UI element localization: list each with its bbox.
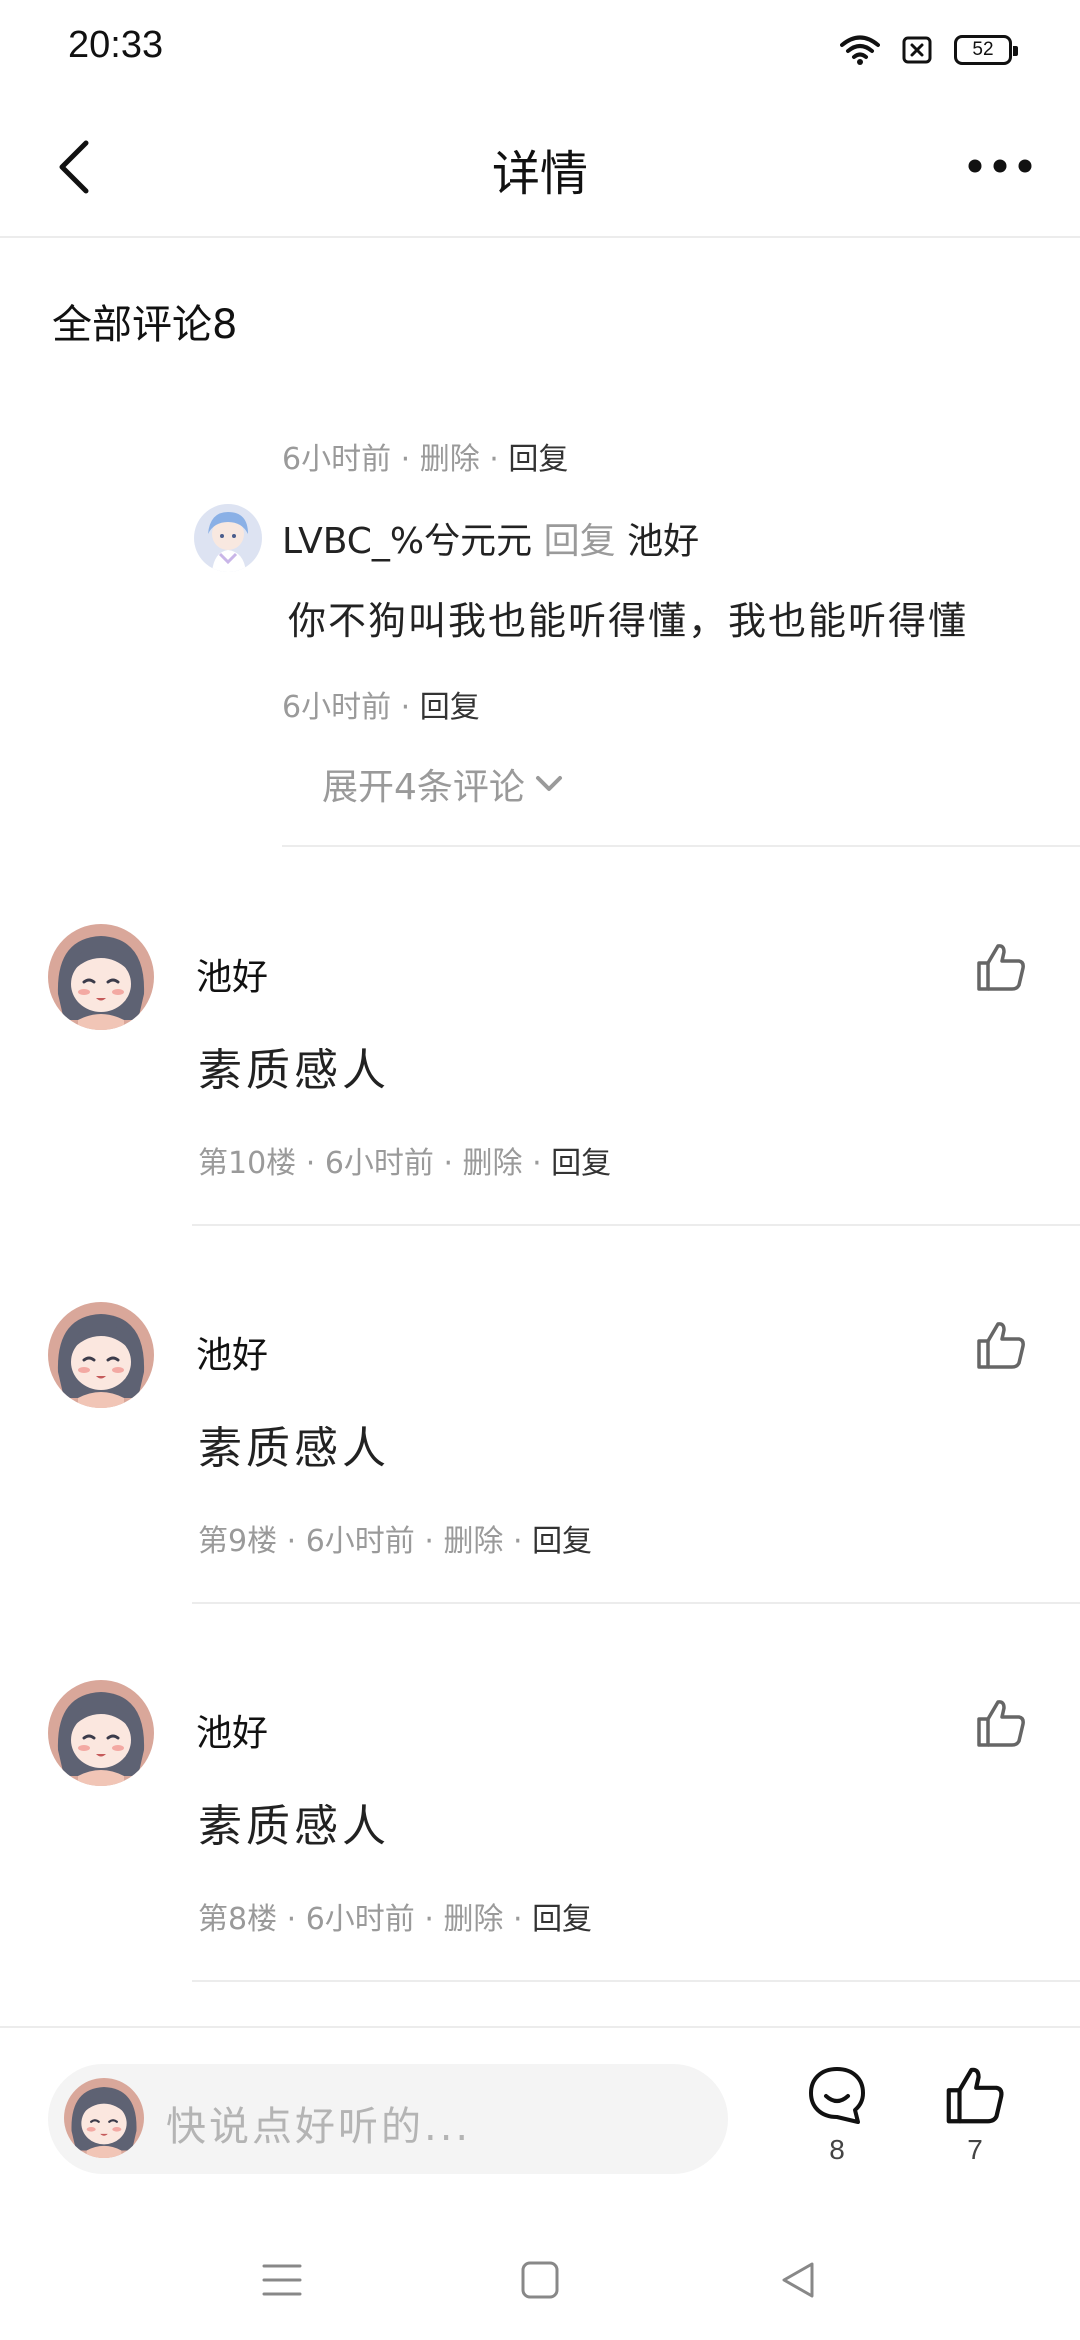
reply-keyword: 回复 <box>543 521 616 562</box>
delete-link[interactable]: 删除 <box>420 442 480 477</box>
comment-text: 素质感人 <box>198 1423 390 1474</box>
status-bar: 20:33 52 <box>0 0 1080 96</box>
avatar <box>64 2078 144 2158</box>
like-button[interactable] <box>966 1688 1036 1758</box>
square-icon <box>521 2261 559 2299</box>
header: 详情 <box>0 96 1080 238</box>
avatar-image <box>48 1302 154 1408</box>
reply-link[interactable]: 回复 <box>551 1146 611 1181</box>
battery-level: 52 <box>972 39 994 60</box>
reply-meta-top: 6小时前 · 删除 · 回复 <box>282 442 569 477</box>
comment-bubble-icon <box>809 2067 865 2124</box>
divider <box>282 845 1080 847</box>
system-back-button[interactable] <box>768 2250 828 2310</box>
like-post-button[interactable]: 7 <box>938 2064 1012 2166</box>
wifi-icon <box>840 35 880 65</box>
comment-time: 6小时前 <box>305 1902 415 1937</box>
avatar[interactable] <box>48 1680 154 1786</box>
recent-apps-button[interactable] <box>252 2250 312 2310</box>
reply-link[interactable]: 回复 <box>508 442 568 477</box>
comment-text: 素质感人 <box>198 1801 390 1852</box>
avatar[interactable] <box>48 924 154 1030</box>
input-placeholder: 快说点好听的... <box>166 2104 472 2150</box>
chevron-down-icon <box>535 776 562 791</box>
reply-link[interactable]: 回复 <box>532 1524 592 1559</box>
comments-button[interactable]: 8 <box>800 2064 874 2166</box>
avatar-image <box>64 2078 144 2158</box>
like-button[interactable] <box>966 1310 1036 1380</box>
thumbs-up-icon <box>946 2067 1004 2124</box>
menu-icon <box>262 2264 302 2296</box>
reply-meta-bottom: 6小时前 · 回复 <box>282 690 480 725</box>
delete-link[interactable]: 删除 <box>443 1902 503 1937</box>
reply-text: 你不狗叫我也能听得懂，我也能听得懂 <box>288 599 969 643</box>
status-icons: 52 <box>840 30 1018 70</box>
reply-time: 6小时前 <box>282 442 392 477</box>
comment-item: 池好 素质感人 第10楼 · 6小时前 · 删除 · 回复 <box>0 848 1080 1226</box>
reply-target[interactable]: 池好 <box>627 521 699 562</box>
triangle-back-icon <box>782 2262 814 2298</box>
comment-item: 池好 素质感人 第9楼 · 6小时前 · 删除 · 回复 <box>0 1226 1080 1604</box>
avatar-image <box>48 1680 154 1786</box>
more-horizontal-icon <box>968 159 1032 173</box>
comment-text: 素质感人 <box>198 1045 390 1096</box>
comment-author[interactable]: 池好 <box>196 1704 268 1756</box>
sim-blocked-icon <box>902 36 932 64</box>
comment-meta: 第8楼 · 6小时前 · 删除 · 回复 <box>198 1902 593 1937</box>
home-button[interactable] <box>510 2250 570 2310</box>
expand-label: 展开4条评论 <box>322 767 525 808</box>
more-button[interactable] <box>960 136 1040 196</box>
comment-meta: 第9楼 · 6小时前 · 删除 · 回复 <box>198 1524 593 1559</box>
expand-replies-button[interactable]: 展开4条评论 <box>322 758 563 810</box>
comment-input[interactable]: 快说点好听的... <box>48 2064 728 2174</box>
comment-item: 池好 素质感人 第8楼 · 6小时前 · 删除 · 回复 <box>0 1604 1080 1982</box>
like-button[interactable] <box>966 932 1036 1002</box>
reply-header-line: LVBC_%兮元元 回复 池好 <box>282 512 699 564</box>
avatar-image <box>194 504 262 572</box>
avatar[interactable] <box>48 1302 154 1408</box>
avatar-image <box>48 924 154 1030</box>
comment-time: 6小时前 <box>305 1524 415 1559</box>
thumbs-up-icon <box>977 1700 1025 1747</box>
comment-time: 6小时前 <box>324 1146 434 1181</box>
floor-number: 第9楼 <box>198 1524 278 1559</box>
like-count: 7 <box>967 2134 983 2165</box>
comment-count: 8 <box>829 2134 845 2165</box>
thumbs-up-icon <box>977 1322 1025 1369</box>
all-comments-heading: 全部评论8 <box>52 302 238 348</box>
avatar[interactable] <box>194 504 262 572</box>
delete-link[interactable]: 删除 <box>463 1146 523 1181</box>
floor-number: 第10楼 <box>198 1146 297 1181</box>
comment-meta: 第10楼 · 6小时前 · 删除 · 回复 <box>198 1146 612 1181</box>
thumbs-up-icon <box>977 944 1025 991</box>
page-title: 详情 <box>491 146 588 202</box>
floor-number: 第8楼 <box>198 1902 278 1937</box>
system-nav-bar <box>0 2220 1080 2340</box>
comment-author[interactable]: 池好 <box>196 948 268 1000</box>
status-time: 20:33 <box>68 24 164 66</box>
reply-link[interactable]: 回复 <box>420 690 480 725</box>
comment-input-bar: 快说点好听的... 8 7 <box>0 2026 1080 2186</box>
battery-indicator: 52 <box>954 35 1018 65</box>
reply-author[interactable]: LVBC_%兮元元 <box>282 521 532 562</box>
divider <box>192 1980 1080 1982</box>
reply-link[interactable]: 回复 <box>532 1902 592 1937</box>
reply-time: 6小时前 <box>282 690 392 725</box>
comment-author[interactable]: 池好 <box>196 1326 268 1378</box>
delete-link[interactable]: 删除 <box>443 1524 503 1559</box>
